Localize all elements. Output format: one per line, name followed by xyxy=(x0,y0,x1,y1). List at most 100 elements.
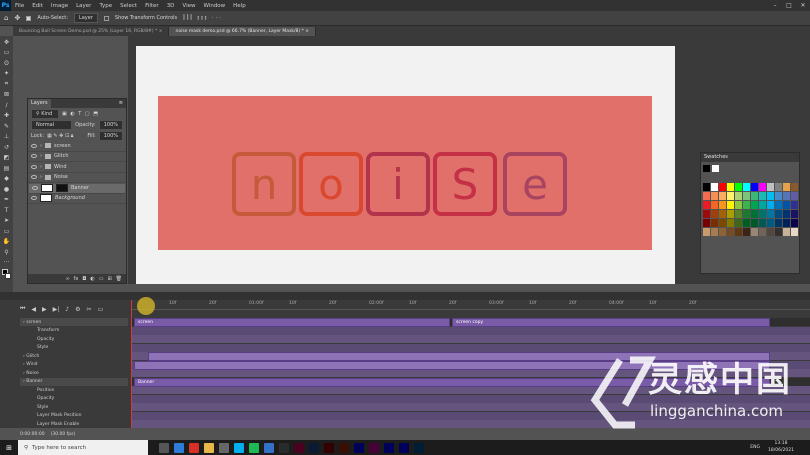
swatch[interactable] xyxy=(727,201,734,209)
expand-arrow-icon[interactable]: › xyxy=(40,153,42,159)
more-tools-icon[interactable]: ··· xyxy=(2,259,11,268)
timeline-row-noise[interactable]: › Noise xyxy=(20,369,128,377)
auto-select-checkbox[interactable] xyxy=(26,15,32,21)
animate-icon[interactable] xyxy=(338,442,349,453)
show-transform-checkbox[interactable] xyxy=(103,15,109,21)
menu-window[interactable]: Window xyxy=(199,3,229,9)
swatch[interactable] xyxy=(743,201,750,209)
layer-mask-thumbnail[interactable] xyxy=(56,184,68,193)
swatch[interactable] xyxy=(703,183,710,191)
explorer-icon[interactable] xyxy=(203,442,214,453)
recent-swatch[interactable] xyxy=(712,165,719,172)
swatch[interactable] xyxy=(711,210,718,218)
zoom-tool-icon[interactable]: ⚲ xyxy=(2,248,11,257)
first-frame-icon[interactable]: ⏮ xyxy=(20,305,25,313)
swatch[interactable] xyxy=(751,183,758,191)
settings-icon[interactable]: ⚙ xyxy=(75,306,80,313)
swatch[interactable] xyxy=(703,210,710,218)
after-effects-icon[interactable] xyxy=(353,442,364,453)
swatch[interactable] xyxy=(783,219,790,227)
swatch[interactable] xyxy=(703,192,710,200)
path-selection-icon[interactable]: ➤ xyxy=(2,217,11,226)
split-icon[interactable]: ✂ xyxy=(87,306,92,313)
timeline-ruler[interactable]: 10f 20f 01:00f 10f 20f 02:00f 10f 20f 03:00f 10f 2… xyxy=(131,300,810,310)
align-icons[interactable]: ⫿⫿⫿ ⫾⫾⫾ ··· xyxy=(183,15,223,21)
timeline-row-layer-mask-position[interactable]: Layer Mask Position xyxy=(20,412,128,420)
timeline-row-opacity[interactable]: Opacity xyxy=(20,335,128,343)
swatch[interactable] xyxy=(727,192,734,200)
swatch[interactable] xyxy=(791,192,798,200)
next-frame-icon[interactable]: ▶| xyxy=(53,306,60,313)
settings-icon[interactable] xyxy=(218,442,229,453)
audition-icon[interactable] xyxy=(398,442,409,453)
swatch[interactable] xyxy=(735,228,742,236)
timeline-row-screen[interactable]: › screen xyxy=(20,318,128,326)
healing-brush-icon[interactable]: ✚ xyxy=(2,112,11,121)
panel-menu-icon[interactable]: ≡ xyxy=(116,99,126,108)
swatch[interactable] xyxy=(711,192,718,200)
chrome-icon[interactable] xyxy=(188,442,199,453)
blend-mode-dropdown[interactable]: Normal xyxy=(31,119,73,130)
swatch[interactable] xyxy=(767,183,774,191)
photoshop-icon[interactable] xyxy=(413,442,424,453)
swatch[interactable] xyxy=(719,228,726,236)
indesign-icon[interactable] xyxy=(293,442,304,453)
swatch[interactable] xyxy=(743,192,750,200)
layer-row-banner[interactable]: Banner xyxy=(28,183,126,194)
visibility-eye-icon[interactable] xyxy=(32,186,38,191)
expand-arrow-icon[interactable]: › xyxy=(40,164,42,170)
language-indicator[interactable]: ENG xyxy=(750,444,760,451)
menu-view[interactable]: View xyxy=(178,3,199,9)
swatch[interactable] xyxy=(767,192,774,200)
swatch[interactable] xyxy=(735,201,742,209)
swatch[interactable] xyxy=(711,183,718,191)
dodge-tool-icon[interactable]: ● xyxy=(2,185,11,194)
menu-filter[interactable]: Filter xyxy=(141,3,163,9)
edge-icon[interactable] xyxy=(173,442,184,453)
xd-icon[interactable] xyxy=(368,442,379,453)
swatch[interactable] xyxy=(775,201,782,209)
swatch[interactable] xyxy=(759,228,766,236)
swatch[interactable] xyxy=(743,228,750,236)
windows-start-icon[interactable]: ⊞ xyxy=(0,440,18,455)
menu-file[interactable]: File xyxy=(11,3,28,9)
clone-stamp-icon[interactable]: ⊥ xyxy=(2,133,11,142)
swatch[interactable] xyxy=(759,219,766,227)
swatch[interactable] xyxy=(711,219,718,227)
layer-row-background[interactable]: Background xyxy=(28,194,126,204)
timeline-row-banner[interactable]: › Banner xyxy=(20,377,128,386)
swatch[interactable] xyxy=(767,219,774,227)
shape-tool-icon[interactable]: ▭ xyxy=(2,227,11,236)
crop-tool-icon[interactable]: ⌗ xyxy=(2,80,11,89)
eraser-icon[interactable]: ◩ xyxy=(2,154,11,163)
opacity-input[interactable]: 100% xyxy=(98,119,123,130)
menu-edit[interactable]: Edit xyxy=(28,3,47,9)
gradient-tool-icon[interactable]: ▤ xyxy=(2,164,11,173)
swatch[interactable] xyxy=(719,201,726,209)
swatch[interactable] xyxy=(783,201,790,209)
swatch[interactable] xyxy=(719,210,726,218)
adjustment-icon[interactable]: ◐ xyxy=(90,276,94,282)
swatch[interactable] xyxy=(767,201,774,209)
tab-noise-mask-demo[interactable]: noise mask demo.psd @ 66.7% (Banner, Lay… xyxy=(169,27,317,36)
new-layer-icon[interactable]: ⊞ xyxy=(107,276,111,282)
swatch[interactable] xyxy=(727,219,734,227)
minimize-icon[interactable]: – xyxy=(768,2,782,9)
layer-kind-dropdown[interactable]: ⚲ Kind xyxy=(31,108,59,119)
timeline-row-transform[interactable]: Transform xyxy=(20,327,128,335)
history-brush-icon[interactable]: ↺ xyxy=(2,143,11,152)
swatch[interactable] xyxy=(743,219,750,227)
swatch[interactable] xyxy=(775,228,782,236)
clip-screen[interactable]: screen xyxy=(134,318,450,327)
swatch[interactable] xyxy=(791,201,798,209)
swatch[interactable] xyxy=(783,192,790,200)
visibility-eye-icon[interactable] xyxy=(31,154,37,159)
swatch[interactable] xyxy=(791,219,798,227)
swatch[interactable] xyxy=(719,219,726,227)
expand-arrow-icon[interactable]: › xyxy=(40,143,42,149)
close-icon[interactable]: × xyxy=(159,29,163,34)
menu-image[interactable]: Image xyxy=(47,3,72,9)
close-icon[interactable]: ✕ xyxy=(796,2,810,9)
filter-icons[interactable]: ▣ ◐ T ▢ ⬒ xyxy=(62,111,99,117)
folder-icon[interactable]: ▭ xyxy=(99,276,104,282)
